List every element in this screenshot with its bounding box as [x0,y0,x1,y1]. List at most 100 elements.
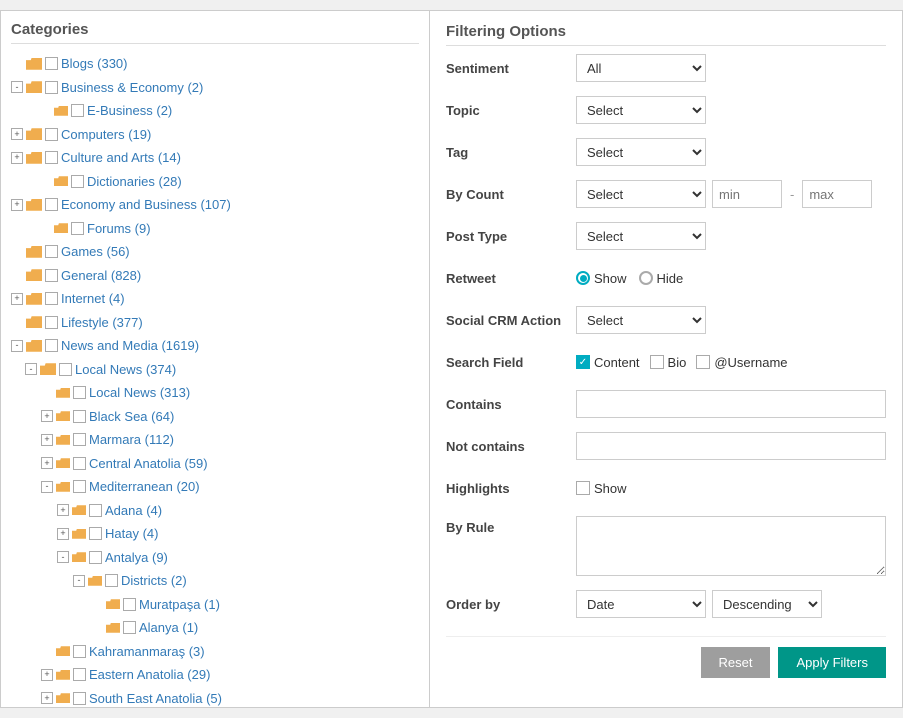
category-label[interactable]: News and Media (1619) [61,336,199,356]
retweet-hide-option[interactable]: Hide [639,271,684,286]
bycount-min-input[interactable] [712,180,782,208]
category-checkbox[interactable] [73,410,86,423]
category-label[interactable]: Adana (4) [105,501,162,521]
category-label[interactable]: Forums (9) [87,219,151,239]
content-checkbox[interactable] [576,355,590,369]
expand-button[interactable]: + [41,457,53,469]
category-checkbox[interactable] [45,57,58,70]
expand-button[interactable]: + [41,434,53,446]
category-checkbox[interactable] [59,363,72,376]
category-checkbox[interactable] [45,151,58,164]
category-label[interactable]: Dictionaries (28) [87,172,182,192]
expand-button[interactable]: + [41,410,53,422]
category-label[interactable]: Local News (374) [75,360,176,380]
category-label[interactable]: Business & Economy (2) [61,78,203,98]
retweet-show-option[interactable]: Show [576,271,627,286]
category-label[interactable]: Hatay (4) [105,524,158,544]
category-checkbox[interactable] [73,480,86,493]
category-label[interactable]: Central Anatolia (59) [89,454,208,474]
category-label[interactable]: Districts (2) [121,571,187,591]
category-label[interactable]: Muratpaşa (1) [139,595,220,615]
category-checkbox[interactable] [73,457,86,470]
username-checkbox[interactable] [696,355,710,369]
category-checkbox[interactable] [45,316,58,329]
notcontains-input[interactable] [576,432,886,460]
posttype-select[interactable]: Select [576,222,706,250]
orderby-select[interactable]: Date [576,590,706,618]
sentiment-select[interactable]: All [576,54,706,82]
expand-button[interactable]: - [57,551,69,563]
expand-button[interactable]: - [11,81,23,93]
filtering-title: Filtering Options [446,23,886,46]
category-checkbox[interactable] [89,527,102,540]
bio-checkbox-label[interactable]: Bio [650,355,687,370]
category-checkbox[interactable] [123,621,136,634]
content-checkbox-label[interactable]: Content [576,355,640,370]
category-label[interactable]: Kahramanmaraş (3) [89,642,205,662]
expand-button[interactable]: + [11,152,23,164]
category-checkbox[interactable] [89,504,102,517]
category-label[interactable]: Black Sea (64) [89,407,174,427]
expand-button[interactable]: + [11,128,23,140]
category-checkbox[interactable] [45,81,58,94]
category-checkbox[interactable] [71,175,84,188]
category-label[interactable]: South East Anatolia (5) [89,689,222,709]
reset-button[interactable]: Reset [701,647,771,678]
expand-button[interactable]: - [41,481,53,493]
category-label[interactable]: Games (56) [61,242,130,262]
bycount-max-input[interactable] [802,180,872,208]
highlights-checkbox[interactable] [576,481,590,495]
expand-button[interactable]: + [41,669,53,681]
category-label[interactable]: General (828) [61,266,141,286]
expand-button[interactable]: + [57,504,69,516]
category-checkbox[interactable] [73,645,86,658]
category-checkbox[interactable] [73,668,86,681]
username-checkbox-label[interactable]: @Username [696,355,787,370]
expand-button[interactable]: + [11,293,23,305]
category-label[interactable]: Blogs (330) [61,54,128,74]
bio-checkbox[interactable] [650,355,664,369]
contains-input[interactable] [576,390,886,418]
category-checkbox[interactable] [45,128,58,141]
category-checkbox[interactable] [71,222,84,235]
category-label[interactable]: Economy and Business (107) [61,195,231,215]
byrule-textarea[interactable] [576,516,886,576]
tag-select[interactable]: Select [576,138,706,166]
expand-button[interactable]: + [11,199,23,211]
expand-button[interactable]: - [11,340,23,352]
category-checkbox[interactable] [71,104,84,117]
category-label[interactable]: Local News (313) [89,383,190,403]
category-label[interactable]: Marmara (112) [89,430,174,450]
orderby-direction-select[interactable]: Descending [712,590,822,618]
category-checkbox[interactable] [45,198,58,211]
expand-button[interactable]: - [73,575,85,587]
category-checkbox[interactable] [123,598,136,611]
category-label[interactable]: Eastern Anatolia (29) [89,665,210,685]
category-label[interactable]: Antalya (9) [105,548,168,568]
category-label[interactable]: Alanya (1) [139,618,198,638]
apply-filters-button[interactable]: Apply Filters [778,647,886,678]
topic-select[interactable]: Select [576,96,706,124]
category-label[interactable]: Computers (19) [61,125,151,145]
expand-button[interactable]: + [57,528,69,540]
bycount-select[interactable]: Select [576,180,706,208]
category-label[interactable]: Mediterranean (20) [89,477,200,497]
category-label[interactable]: Internet (4) [61,289,125,309]
category-checkbox[interactable] [45,292,58,305]
category-checkbox[interactable] [73,433,86,446]
category-label[interactable]: E-Business (2) [87,101,172,121]
expand-button[interactable]: - [25,363,37,375]
category-label[interactable]: Culture and Arts (14) [61,148,181,168]
category-checkbox[interactable] [105,574,118,587]
category-checkbox[interactable] [73,692,86,705]
category-checkbox[interactable] [45,245,58,258]
highlights-show-checkbox-label[interactable]: Show [576,481,627,496]
expand-button[interactable]: + [41,692,53,704]
folder-icon [26,199,42,211]
category-checkbox[interactable] [45,339,58,352]
category-checkbox[interactable] [73,386,86,399]
category-checkbox[interactable] [45,269,58,282]
category-checkbox[interactable] [89,551,102,564]
category-label[interactable]: Lifestyle (377) [61,313,143,333]
socialcrm-select[interactable]: Select [576,306,706,334]
